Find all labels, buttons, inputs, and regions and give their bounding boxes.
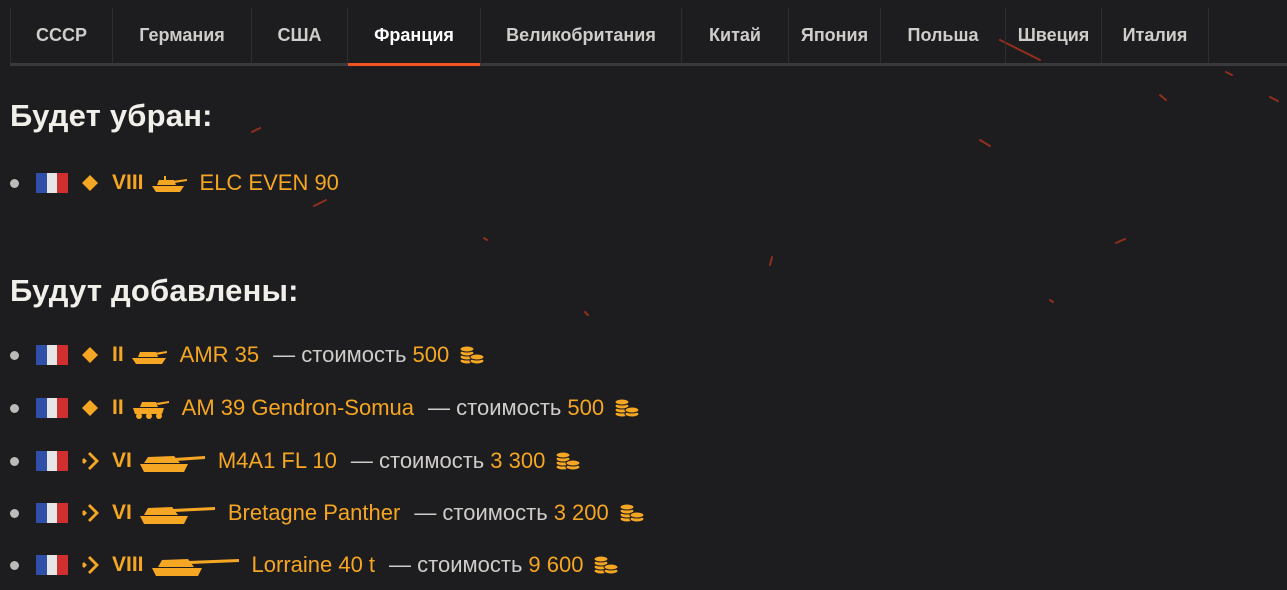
tank-tier: VI xyxy=(112,501,132,524)
light-tank-diamond-icon xyxy=(80,345,100,365)
tab-8[interactable]: Швеция xyxy=(1006,8,1102,63)
cost-label: — стоимость xyxy=(428,395,562,420)
tab-4[interactable]: Великобритания xyxy=(481,8,682,63)
france-flag-icon xyxy=(36,451,69,471)
gold-coins-icon xyxy=(614,397,640,419)
list-bullet xyxy=(10,508,19,518)
tank-name[interactable]: M4A1 FL 10 xyxy=(218,448,337,474)
removed-heading: Будет убран: xyxy=(10,98,213,133)
gold-coins-icon xyxy=(459,344,485,366)
tank-name[interactable]: ELC EVEN 90 xyxy=(200,170,339,196)
list-bullet xyxy=(10,350,19,360)
tank-silhouette-icon xyxy=(130,344,168,366)
france-flag-icon xyxy=(36,555,69,575)
list-bullet xyxy=(10,403,19,413)
gold-coins-icon xyxy=(593,554,619,576)
list-item: VI Bretagne Panther — стоимость 3 200 xyxy=(10,498,645,528)
cost-value: 500 xyxy=(412,342,450,367)
medium-tank-chevron-icon xyxy=(80,451,100,471)
list-bullet xyxy=(10,560,19,570)
tab-0[interactable]: СССР xyxy=(10,8,113,63)
tank-name[interactable]: AM 39 Gendron-Somua xyxy=(182,395,414,421)
tab-7[interactable]: Польша xyxy=(881,8,1006,63)
light-tank-diamond-icon xyxy=(80,398,100,418)
tank-name[interactable]: AMR 35 xyxy=(180,342,259,368)
tank-name[interactable]: Bretagne Panther xyxy=(228,500,400,526)
tank-silhouette-icon xyxy=(138,500,216,526)
tank-tier: II xyxy=(112,396,124,419)
tank-name[interactable]: Lorraine 40 t xyxy=(252,552,376,578)
cost-label: — стоимость xyxy=(389,552,523,577)
list-item: VIII Lorraine 40 t — стоимость 9 600 xyxy=(10,550,619,580)
list-item: VI M4A1 FL 10 — стоимость 3 300 xyxy=(10,446,581,476)
tab-3[interactable]: Франция xyxy=(348,8,481,66)
cost-value: 500 xyxy=(567,395,605,420)
list-item: II AMR 35 — стоимость 500 xyxy=(10,340,485,370)
tab-5[interactable]: Китай xyxy=(682,8,789,63)
france-flag-icon xyxy=(36,345,69,365)
cost-label: — стоимость xyxy=(273,342,407,367)
gold-coins-icon xyxy=(619,502,645,524)
list-item: VIII ELC EVEN 90 xyxy=(10,168,353,198)
france-flag-icon xyxy=(36,398,69,418)
medium-tank-chevron-icon xyxy=(80,555,100,575)
tank-silhouette-icon xyxy=(130,396,170,420)
tank-silhouette-icon xyxy=(150,172,188,194)
tab-6[interactable]: Япония xyxy=(789,8,881,63)
added-heading: Будут добавлены: xyxy=(10,273,299,308)
list-item: II AM 39 Gendron-Somua — стоимость 500 xyxy=(10,393,640,423)
tank-tier: II xyxy=(112,343,124,366)
cost-label: — стоимость xyxy=(350,448,485,473)
nation-tabs: СССР Германия США Франция Великобритания Кита… xyxy=(10,8,1287,66)
tank-silhouette-icon xyxy=(150,552,240,578)
list-bullet xyxy=(10,456,19,466)
list-bullet xyxy=(10,178,19,188)
tank-tier: VI xyxy=(112,449,132,472)
tank-tier: VIII xyxy=(112,171,144,194)
cost-label: — стоимость xyxy=(414,500,548,525)
medium-tank-chevron-icon xyxy=(80,503,100,523)
cost-value: 3 300 xyxy=(490,448,546,473)
tab-9[interactable]: Италия xyxy=(1102,8,1209,63)
gold-coins-icon xyxy=(555,450,581,472)
cost-value: 3 200 xyxy=(553,500,609,525)
light-tank-diamond-icon xyxy=(80,173,100,193)
cost-value: 9 600 xyxy=(528,552,584,577)
tab-1[interactable]: Германия xyxy=(113,8,252,63)
tank-tier: VIII xyxy=(112,553,144,576)
france-flag-icon xyxy=(36,173,69,193)
tank-silhouette-icon xyxy=(138,448,206,474)
tab-2[interactable]: США xyxy=(252,8,348,63)
france-flag-icon xyxy=(36,503,69,523)
